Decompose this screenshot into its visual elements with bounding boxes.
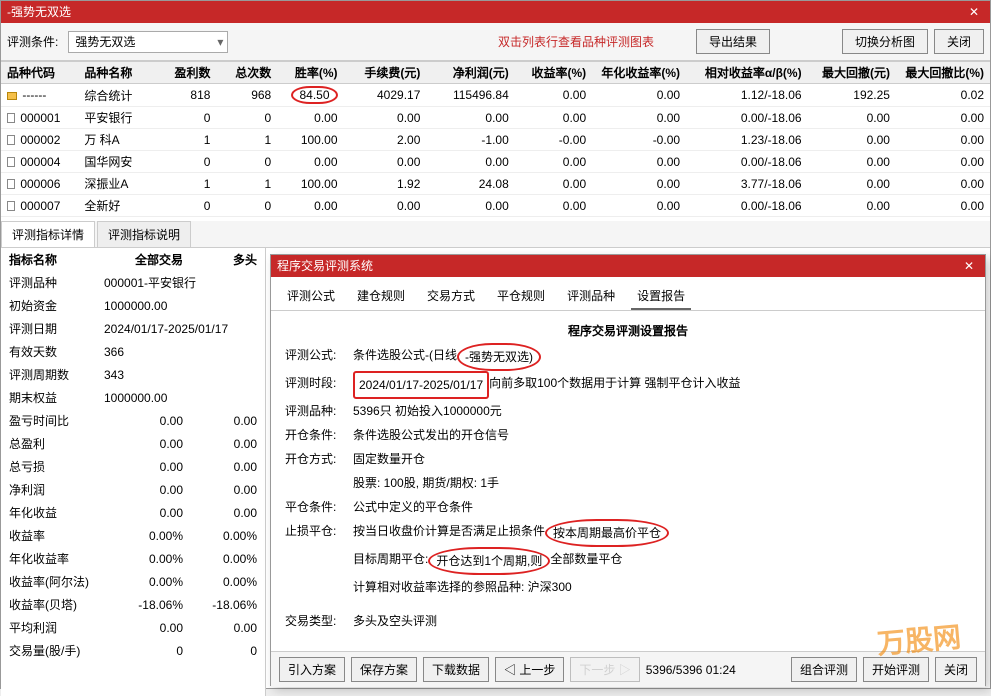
winrate-highlight: 84.50 <box>291 86 337 104</box>
col-header[interactable]: 总次数 <box>216 62 277 84</box>
table-row[interactable]: ------综合统计81896884.504029.17115496.840.0… <box>1 84 990 107</box>
indicator-row: 平均利润0.000.00 <box>1 616 265 639</box>
tab-detail[interactable]: 评测指标详情 <box>1 221 95 247</box>
indicator-row: 评测日期2024/01/17-2025/01/17 <box>1 317 265 340</box>
col-header[interactable]: 品种代码 <box>1 62 78 84</box>
col-header[interactable]: 相对收益率α/β(%) <box>686 62 808 84</box>
tab-explain[interactable]: 评测指标说明 <box>97 221 191 247</box>
inner-title: 程序交易评测系统 <box>277 255 373 277</box>
table-row[interactable]: 000006深振业A11100.001.9224.080.000.003.77/… <box>1 173 990 195</box>
col-header[interactable]: 年化收益率(%) <box>592 62 686 84</box>
report-title: 程序交易评测设置报告 <box>285 319 971 343</box>
indicator-panel: 指标名称 全部交易 多头 评测品种000001-平安银行初始资金1000000.… <box>1 248 266 696</box>
indicator-row: 净利润0.000.00 <box>1 478 265 501</box>
col-header[interactable]: 胜率(%) <box>277 62 343 84</box>
period-highlight: 开仓达到1个周期,则 <box>428 547 550 575</box>
inner-tab[interactable]: 评测公式 <box>281 283 341 310</box>
indicator-row: 初始资金1000000.00 <box>1 294 265 317</box>
main-titlebar: -强势无双选 ✕ <box>1 1 990 23</box>
col-header[interactable]: 收益率(%) <box>515 62 592 84</box>
indicator-row: 年化收益0.000.00 <box>1 501 265 524</box>
window-title: -强势无双选 <box>7 1 71 23</box>
indicator-row: 年化收益率0.00%0.00% <box>1 547 265 570</box>
indicator-row: 收益率(阿尔法)0.00%0.00% <box>1 570 265 593</box>
col-long: 多头 <box>191 248 265 271</box>
indicator-row: 期末权益1000000.00 <box>1 386 265 409</box>
inner-tab[interactable]: 平仓规则 <box>491 283 551 310</box>
condition-dropdown[interactable]: 强势无双选 <box>68 31 228 53</box>
indicator-row: 收益率(贝塔)-18.06%-18.06% <box>1 593 265 616</box>
indicator-row: 收益率0.00%0.00% <box>1 524 265 547</box>
document-icon <box>7 201 15 211</box>
stoploss-highlight: 按本周期最高价平仓 <box>545 519 669 547</box>
inner-titlebar: 程序交易评测系统 ✕ <box>271 255 985 277</box>
table-row[interactable]: 000001平安银行000.000.000.000.000.000.00/-18… <box>1 107 990 129</box>
save-scheme-button[interactable]: 保存方案 <box>351 657 417 682</box>
mid-tabs: 评测指标详情 评测指标说明 <box>1 221 990 248</box>
inner-tab[interactable]: 建仓规则 <box>351 283 411 310</box>
hint-text: 双击列表行查看品种评测图表 <box>498 33 654 50</box>
indicator-row: 交易量(股/手)00 <box>1 639 265 662</box>
col-header[interactable]: 最大回撤(元) <box>808 62 896 84</box>
document-icon <box>7 113 15 123</box>
download-button[interactable]: 下载数据 <box>423 657 489 682</box>
table-row[interactable]: 000004国华网安000.000.000.000.000.000.00/-18… <box>1 151 990 173</box>
indicator-row: 评测品种000001-平安银行 <box>1 271 265 294</box>
close-button[interactable]: 关闭 <box>934 29 984 54</box>
col-header[interactable]: 净利润(元) <box>426 62 514 84</box>
table-row[interactable]: 000002万 科A11100.002.00-1.00-0.00-0.001.2… <box>1 129 990 151</box>
inner-tabs: 评测公式建仓规则交易方式平仓规则评测品种设置报告 <box>271 277 985 311</box>
inner-window: 程序交易评测系统 ✕ 评测公式建仓规则交易方式平仓规则评测品种设置报告 程序交易… <box>270 254 986 686</box>
col-header[interactable]: 品种名称 <box>78 62 155 84</box>
import-button[interactable]: 引入方案 <box>279 657 345 682</box>
next-button[interactable]: 下一步 ▷ <box>570 657 639 682</box>
status-text: 5396/5396 01:24 <box>646 663 736 677</box>
prev-button[interactable]: ◁ 上一步 <box>495 657 564 682</box>
main-toolbar: 评测条件: 强势无双选 双击列表行查看品种评测图表 导出结果 切换分析图 关闭 <box>1 23 990 61</box>
close-icon[interactable]: ✕ <box>964 1 984 23</box>
col-header[interactable]: 盈利数 <box>156 62 217 84</box>
report-body: 程序交易评测设置报告 评测公式: 条件选股公式-(日线 -强势无双选) 评测时段… <box>271 311 985 651</box>
document-icon <box>7 157 15 167</box>
indicator-row: 总盈利0.000.00 <box>1 432 265 455</box>
indicator-row: 评测周期数343 <box>1 363 265 386</box>
switch-chart-button[interactable]: 切换分析图 <box>842 29 928 54</box>
inner-tab[interactable]: 设置报告 <box>631 283 691 310</box>
formula-highlight: -强势无双选) <box>457 343 541 371</box>
col-name: 指标名称 <box>1 248 96 271</box>
indicator-row: 盈亏时间比0.000.00 <box>1 409 265 432</box>
document-icon <box>7 135 15 145</box>
inner-tab[interactable]: 交易方式 <box>421 283 481 310</box>
indicator-row: 总亏损0.000.00 <box>1 455 265 478</box>
folder-icon <box>7 92 17 100</box>
col-header[interactable]: 手续费(元) <box>344 62 427 84</box>
indicator-row: 有效天数366 <box>1 340 265 363</box>
inner-bottombar: 引入方案 保存方案 下载数据 ◁ 上一步 下一步 ▷ 5396/5396 01:… <box>271 651 985 687</box>
condition-label: 评测条件: <box>7 33 58 50</box>
col-all: 全部交易 <box>96 248 191 271</box>
export-button[interactable]: 导出结果 <box>696 29 770 54</box>
document-icon <box>7 179 15 189</box>
close2-button[interactable]: 关闭 <box>935 657 977 682</box>
start-test-button[interactable]: 开始评测 <box>863 657 929 682</box>
col-header[interactable]: 最大回撤比(%) <box>896 62 990 84</box>
results-grid[interactable]: 品种代码品种名称盈利数总次数胜率(%)手续费(元)净利润(元)收益率(%)年化收… <box>1 61 990 221</box>
date-range-highlight: 2024/01/17-2025/01/17 <box>353 371 489 399</box>
inner-tab[interactable]: 评测品种 <box>561 283 621 310</box>
combo-test-button[interactable]: 组合评测 <box>791 657 857 682</box>
table-row[interactable]: 000007全新好000.000.000.000.000.000.00/-18.… <box>1 195 990 217</box>
inner-close-icon[interactable]: ✕ <box>959 255 979 277</box>
